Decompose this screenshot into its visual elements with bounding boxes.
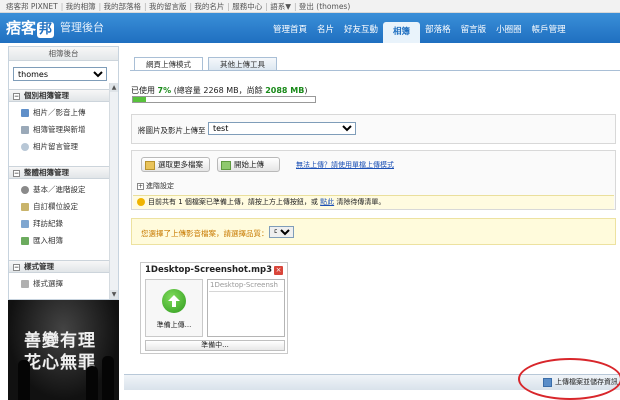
- usage-remaining: 2088 MB: [265, 86, 305, 95]
- file-description-field[interactable]: 1Desktop-Screensh: [207, 279, 285, 337]
- header: 痞客邦 管理後台 管理首頁 名片 好友互動 相簿 部落格 留言版 小圈圈 帳戶管…: [0, 13, 620, 43]
- silhouette-figure: [102, 356, 114, 400]
- toplink-language[interactable]: 語系▼: [270, 2, 291, 11]
- sidebar-section-album[interactable]: − 個別相簿管理: [9, 89, 118, 102]
- pending-notice: 目前共有 1 個檔案已準備上傳，請按上方上傳按鈕，或 點此 清除待傳清單。: [133, 195, 614, 209]
- collapse-icon[interactable]: −: [13, 169, 20, 177]
- nav-circles[interactable]: 小圈圈: [491, 22, 527, 38]
- single-upload-link[interactable]: 無法上傳？請使用單檔上傳模式: [296, 160, 394, 170]
- sidebar-item-style[interactable]: 樣式選擇: [21, 278, 63, 289]
- account-select[interactable]: thomes: [13, 67, 107, 81]
- main-nav: 管理首頁 名片 好友互動 相簿 部落格 留言版 小圈圈 帳戶管理: [268, 22, 571, 43]
- logo[interactable]: 痞客邦 管理後台: [6, 16, 104, 38]
- file-name: 1Desktop-Screenshot.mp3: [145, 265, 272, 275]
- start-upload-button[interactable]: 開始上傳: [217, 157, 280, 172]
- collapse-icon[interactable]: −: [13, 263, 20, 271]
- highlight-circle: [518, 358, 620, 400]
- sidebar-title: 相簿後台: [9, 47, 118, 61]
- clear-queue-link[interactable]: 點此: [320, 198, 334, 206]
- nav-friends[interactable]: 好友互動: [339, 22, 383, 38]
- upload-panel: 選取更多檔案 開始上傳 無法上傳？請使用單檔上傳模式 + 進階設定 目前共有 1 …: [131, 150, 616, 210]
- silhouette-figure: [86, 366, 98, 400]
- fields-icon: [21, 203, 29, 211]
- sidebar-item-comments[interactable]: 相片留言管理: [21, 141, 78, 152]
- sidebar-section-style[interactable]: − 樣式管理: [9, 260, 118, 273]
- toplink-pixnet[interactable]: 痞客邦 PIXNET: [6, 2, 58, 11]
- toplink-my-card[interactable]: 我的名片: [194, 2, 224, 11]
- file-description-placeholder: 1Desktop-Screensh: [210, 281, 278, 289]
- upload-target-panel: 將圖片及影片上傳至 test: [131, 114, 616, 144]
- sidebar-item-upload[interactable]: 相片／影音上傳: [21, 107, 86, 118]
- silhouette-figure: [18, 360, 30, 400]
- file-thumbnail: 準備上傳...: [145, 279, 203, 337]
- sidebar-item-custom-fields[interactable]: 自訂欄位設定: [21, 201, 78, 212]
- nav-guestbook[interactable]: 留言版: [456, 22, 492, 38]
- nav-dashboard[interactable]: 管理首頁: [268, 22, 312, 38]
- upload-target-label: 將圖片及影片上傳至: [138, 126, 206, 135]
- toplink-my-blog[interactable]: 我的部落格: [104, 2, 142, 11]
- toplink-my-guestbook[interactable]: 我的留言版: [149, 2, 187, 11]
- advanced-settings-toggle[interactable]: + 進階設定: [137, 181, 174, 191]
- photo-icon: [21, 109, 29, 117]
- select-more-files-button[interactable]: 選取更多檔案: [141, 157, 210, 172]
- quality-select[interactable]: 中: [269, 226, 294, 238]
- target-album-select[interactable]: test: [208, 122, 356, 135]
- footprint-icon: [21, 220, 29, 228]
- top-links-bar: 痞客邦 PIXNET | 我的相簿 | 我的部落格 | 我的留言版 | 我的名片 | 服務…: [0, 0, 620, 13]
- expand-icon: +: [137, 182, 144, 190]
- remove-file-icon[interactable]: ×: [274, 266, 283, 275]
- usage-total: 2268 MB: [203, 86, 239, 95]
- nav-card[interactable]: 名片: [312, 22, 339, 38]
- usage-progress-bar: [132, 96, 316, 103]
- nav-account[interactable]: 帳戶管理: [527, 22, 571, 38]
- nav-album[interactable]: 相簿: [383, 22, 421, 43]
- usage-progress-fill: [133, 97, 146, 102]
- storage-usage: 已使用 7% (總容量 2268 MB，尚餘 2088 MB): [131, 86, 308, 95]
- file-status-button[interactable]: 準備中...: [145, 340, 285, 351]
- upload-arrow-icon: [162, 289, 186, 313]
- quality-prompt: 您選擇了上傳影音檔案，請選擇品質：: [141, 229, 269, 238]
- ready-label: 準備上傳...: [156, 321, 192, 329]
- collapse-icon[interactable]: −: [13, 92, 20, 100]
- toplink-my-album[interactable]: 我的相簿: [66, 2, 96, 11]
- logo-mark: 痞客邦: [6, 18, 55, 38]
- import-icon: [21, 237, 29, 245]
- sidebar-item-import[interactable]: 匯入相簿: [21, 235, 63, 246]
- usage-percent: 7%: [157, 86, 172, 95]
- header-subtitle: 管理後台: [60, 21, 105, 34]
- sidebar-item-settings[interactable]: 基本／進階設定: [21, 184, 86, 195]
- comment-icon: [21, 143, 29, 151]
- album-icon: [21, 126, 29, 134]
- top-links: 痞客邦 PIXNET | 我的相簿 | 我的部落格 | 我的留言版 | 我的名片 | 服務…: [6, 2, 351, 11]
- toplink-logout[interactable]: 登出 (thomes): [299, 2, 350, 11]
- tab-web-upload[interactable]: 網頁上傳模式: [134, 57, 203, 71]
- tab-other-tools[interactable]: 其他上傳工具: [208, 57, 277, 71]
- tab-divider: [130, 70, 620, 71]
- scroll-down-icon[interactable]: ▼: [110, 290, 118, 299]
- sidebar-item-visits[interactable]: 拜訪紀錄: [21, 218, 63, 229]
- sidebar: 相簿後台 thomes − 個別相簿管理 相片／影音上傳 相簿管理與新增 相片留言…: [8, 46, 119, 300]
- sidebar-item-album-manage[interactable]: 相簿管理與新增: [21, 124, 86, 135]
- gear-icon: [21, 186, 29, 194]
- quality-panel: 您選擇了上傳影音檔案，請選擇品質： 中: [131, 218, 616, 245]
- image-icon: [221, 160, 231, 170]
- scroll-up-icon[interactable]: ▲: [110, 83, 118, 92]
- toplink-service-center[interactable]: 服務中心: [232, 2, 262, 11]
- style-icon: [21, 280, 29, 288]
- warning-icon: [137, 198, 145, 206]
- ad-banner[interactable]: 善變有理 花心無罪: [8, 300, 119, 400]
- folder-icon: [145, 160, 155, 170]
- file-description-textarea[interactable]: [209, 291, 283, 335]
- file-card: 1Desktop-Screenshot.mp3 × 準備上傳... 1Deskt…: [140, 262, 288, 354]
- upload-mode-tabs: 網頁上傳模式 其他上傳工具: [134, 57, 282, 71]
- sidebar-scrollbar[interactable]: ▲ ▼: [109, 83, 118, 299]
- nav-blog[interactable]: 部落格: [420, 22, 456, 38]
- sidebar-section-global[interactable]: − 整體相簿管理: [9, 166, 118, 179]
